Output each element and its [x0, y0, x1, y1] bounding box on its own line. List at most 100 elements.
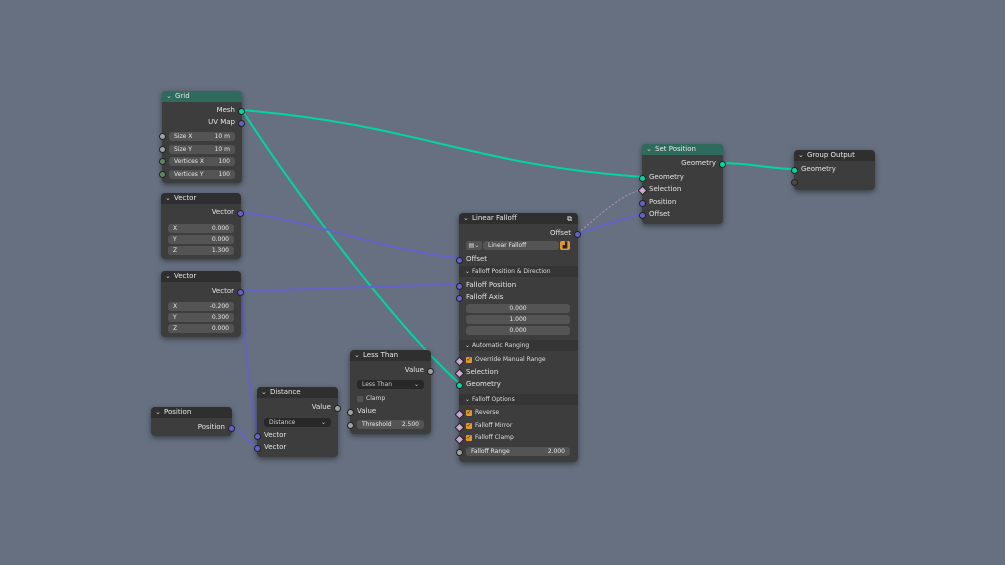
falloff-axis-socket[interactable] — [456, 295, 463, 302]
chevron-down-icon[interactable]: ⌄ — [798, 150, 807, 161]
distance-output-socket[interactable] — [334, 405, 341, 412]
vector-1-z-field[interactable]: Z 1.300 — [168, 246, 234, 255]
set-position-node[interactable]: ⌄ Set Position Geometry Geometry Selectio… — [637, 144, 726, 224]
grid-vertices-x-socket[interactable] — [159, 158, 166, 165]
less-than-output-socket[interactable] — [427, 368, 434, 375]
falloff-axis-y-field[interactable]: 1.000 — [466, 315, 570, 324]
set-position-offset-socket[interactable] — [639, 212, 646, 219]
link-set-position-to-group-output — [721, 162, 796, 170]
node-tree-icon[interactable]: ▤⌄ — [466, 241, 482, 250]
grid-size-x-field[interactable]: Size X 10 m — [169, 132, 235, 141]
vector-1-x-field[interactable]: X 0.000 — [168, 224, 234, 233]
grid-vertices-y-field[interactable]: Vertices Y 100 — [169, 170, 235, 179]
reverse-checkbox[interactable]: ✓ — [466, 410, 472, 416]
clamp-label: Clamp — [366, 395, 386, 402]
clamp-checkbox[interactable] — [357, 396, 363, 402]
grid-output-mesh: Mesh — [216, 106, 235, 114]
grid-node-title: Grid — [175, 92, 190, 100]
fake-user-icon[interactable]: ▟ — [560, 241, 570, 250]
falloff-output-offset-socket[interactable] — [574, 231, 581, 238]
link-vector2-to-distance — [240, 290, 259, 435]
distance-node-header[interactable]: ⌄ Distance — [257, 387, 338, 398]
set-position-output-socket[interactable] — [719, 161, 726, 168]
chevron-down-icon[interactable]: ⌄ — [354, 350, 363, 361]
vector-node-2[interactable]: ⌄ Vector Vector X -0.200 Y 0.300 Z 0.000 — [161, 271, 244, 337]
distance-node[interactable]: ⌄ Distance Value Distance ⌄ Vector Vector — [254, 387, 341, 457]
position-node-header[interactable]: ⌄ Position — [151, 407, 232, 418]
grid-mesh-socket[interactable] — [238, 108, 245, 115]
chevron-down-icon: ⌄ — [465, 268, 472, 275]
chevron-down-icon[interactable]: ⌄ — [646, 144, 655, 155]
vector-2-x-field[interactable]: X -0.200 — [168, 302, 234, 311]
grid-uvmap-socket[interactable] — [238, 120, 245, 127]
position-node[interactable]: ⌄ Position Position — [151, 407, 235, 436]
vector-node-2-header[interactable]: ⌄ Vector — [161, 271, 241, 282]
vector-2-output-label: Vector — [211, 287, 234, 295]
chevron-down-icon[interactable]: ⌄ — [165, 193, 174, 204]
less-than-node[interactable]: ⌄ Less Than Value Less Than ⌄ Clamp Value … — [347, 350, 434, 434]
link-falloff-to-selection — [577, 188, 644, 234]
falloff-range-field[interactable]: Falloff Range 2.000 — [466, 447, 570, 456]
vector-1-y-field[interactable]: Y 0.000 — [168, 235, 234, 244]
distance-mode-dropdown[interactable]: Distance ⌄ — [264, 418, 331, 427]
group-output-node-header[interactable]: ⌄ Group Output — [794, 150, 875, 161]
chevron-down-icon: ⌄ — [465, 396, 472, 403]
position-output-socket[interactable] — [228, 425, 235, 432]
grid-vertices-x-field[interactable]: Vertices X 100 — [169, 157, 235, 166]
mirror-checkbox[interactable]: ✓ — [466, 423, 472, 429]
set-position-geometry-socket[interactable] — [639, 175, 646, 182]
falloff-axis-z-field[interactable]: 0.000 — [466, 326, 570, 335]
mirror-label: Falloff Mirror — [475, 422, 513, 429]
less-than-input-value-socket[interactable] — [347, 409, 354, 416]
chevron-down-icon[interactable]: ⌄ — [166, 91, 175, 102]
chevron-down-icon[interactable]: ⌄ — [261, 387, 270, 398]
reverse-label: Reverse — [475, 409, 500, 416]
vector-node-1[interactable]: ⌄ Vector Vector X 0.000 Y 0.000 Z 1.300 — [161, 193, 244, 259]
less-than-node-header[interactable]: ⌄ Less Than — [350, 350, 431, 361]
linear-falloff-node[interactable]: ⌄ Linear Falloff ⧉ Offset ▤⌄ Linear Fallof… — [454, 213, 581, 462]
chevron-down-icon[interactable]: ⌄ — [463, 213, 472, 224]
grid-size-x-socket[interactable] — [159, 133, 166, 140]
grid-vertices-y-socket[interactable] — [159, 171, 166, 178]
falloff-geometry-socket[interactable] — [456, 382, 463, 389]
set-position-node-header[interactable]: ⌄ Set Position — [642, 144, 723, 155]
falloff-clamp-checkbox[interactable]: ✓ — [466, 435, 472, 441]
grid-size-y-field[interactable]: Size Y 10 m — [169, 145, 235, 154]
chevron-down-icon[interactable]: ⌄ — [165, 271, 174, 282]
threshold-field[interactable]: Threshold 2.500 — [357, 420, 424, 429]
falloff-axis-label: Falloff Axis — [466, 293, 504, 301]
node-group-selector[interactable]: Linear Falloff — [483, 241, 559, 250]
falloff-range-socket[interactable] — [456, 449, 463, 456]
distance-input-vector-2-socket[interactable] — [254, 445, 261, 452]
vector-1-output-socket[interactable] — [237, 210, 244, 217]
section-falloff-position[interactable]: ⌄ Falloff Position & Direction — [459, 266, 578, 277]
grid-node[interactable]: ⌄ Grid Mesh UV Map Size X 10 m Size Y 10 m … — [159, 91, 245, 183]
chevron-down-icon: ⌄ — [320, 419, 326, 426]
less-than-threshold-socket[interactable] — [347, 422, 354, 429]
less-than-mode-dropdown[interactable]: Less Than ⌄ — [357, 380, 424, 389]
falloff-input-offset-socket[interactable] — [456, 257, 463, 264]
falloff-selection-label: Selection — [466, 368, 499, 376]
set-position-position-socket[interactable] — [639, 200, 646, 207]
group-output-node[interactable]: ⌄ Group Output Geometry — [791, 150, 875, 190]
linear-falloff-node-header[interactable]: ⌄ Linear Falloff ⧉ — [459, 213, 578, 224]
chevron-down-icon[interactable]: ⌄ — [155, 407, 164, 418]
grid-size-y-socket[interactable] — [159, 146, 166, 153]
grid-node-header[interactable]: ⌄ Grid — [162, 91, 242, 102]
distance-input-vector-1-socket[interactable] — [254, 433, 261, 440]
vector-2-y-field[interactable]: Y 0.300 — [168, 313, 234, 322]
falloff-position-socket[interactable] — [456, 283, 463, 290]
group-output-geometry-socket[interactable] — [791, 167, 798, 174]
vector-node-1-header[interactable]: ⌄ Vector — [161, 193, 241, 204]
section-falloff-options[interactable]: ⌄ Falloff Options — [459, 394, 578, 405]
override-checkbox[interactable]: ✓ — [466, 357, 472, 363]
vector-2-z-field[interactable]: Z 0.000 — [168, 324, 234, 333]
group-output-empty-socket[interactable] — [791, 179, 798, 186]
set-position-input-position: Position — [649, 198, 677, 206]
distance-node-title: Distance — [270, 388, 301, 396]
node-group-icon[interactable]: ⧉ — [567, 214, 572, 225]
chevron-down-icon: ⌄ — [465, 342, 472, 349]
falloff-axis-x-field[interactable]: 0.000 — [466, 304, 570, 313]
section-automatic-ranging[interactable]: ⌄ Automatic Ranging — [459, 340, 578, 351]
vector-2-output-socket[interactable] — [237, 289, 244, 296]
